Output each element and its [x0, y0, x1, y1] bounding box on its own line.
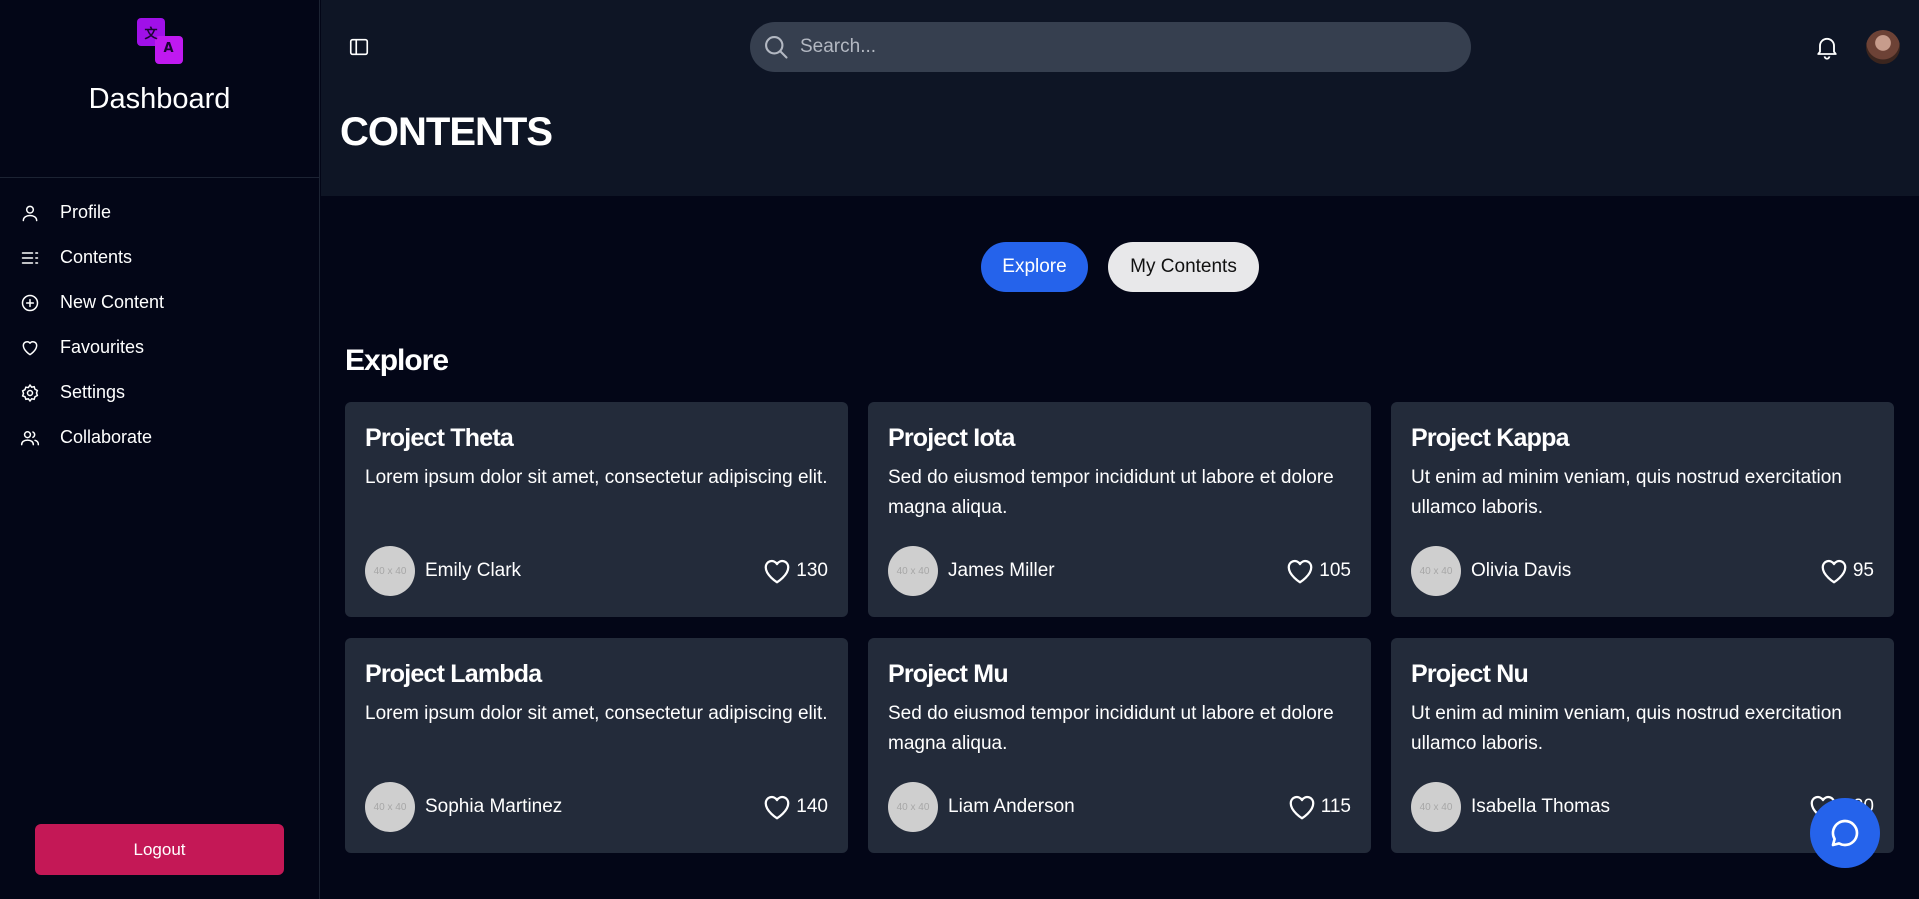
heart-icon — [764, 559, 790, 584]
like-button[interactable]: 95 — [1819, 557, 1874, 585]
author-avatar: 40 x 40 — [888, 782, 938, 832]
like-button[interactable]: 130 — [762, 557, 828, 585]
author-name: Liam Anderson — [948, 796, 1075, 817]
card-title: Project Nu — [1411, 660, 1529, 688]
project-card[interactable]: Project Mu Sed do eiusmod tempor incidid… — [868, 638, 1371, 853]
author-name: Sophia Martinez — [425, 796, 563, 817]
heart-icon — [1287, 559, 1313, 584]
card-footer: 40 x 40 Isabella Thomas 120 — [1411, 782, 1874, 832]
chat-bubble-icon — [1831, 819, 1859, 847]
author-avatar: 40 x 40 — [888, 546, 938, 596]
search-bar[interactable] — [750, 22, 1471, 72]
author-avatar: 40 x 40 — [365, 546, 415, 596]
gear-icon — [20, 383, 40, 403]
sidebar-item-new-content[interactable]: New Content — [0, 280, 319, 325]
card-footer: 40 x 40 Emily Clark 130 — [365, 546, 828, 596]
sidebar-item-favourites[interactable]: Favourites — [0, 325, 319, 370]
card-description: Sed do eiusmod tempor incididunt ut labo… — [888, 703, 1334, 754]
search-icon — [762, 33, 790, 61]
author-name: James Miller — [948, 560, 1055, 581]
project-card[interactable]: Project Lambda Lorem ipsum dolor sit ame… — [345, 638, 848, 853]
sidebar-item-contents[interactable]: Contents — [0, 235, 319, 280]
users-icon — [20, 428, 40, 448]
card-footer: 40 x 40 James Miller 105 — [888, 546, 1351, 596]
card-title: Project Lambda — [365, 660, 542, 688]
project-card[interactable]: Project Theta Lorem ipsum dolor sit amet… — [345, 402, 848, 617]
card-title: Project Iota — [888, 424, 1015, 452]
sidebar-item-label: Profile — [60, 202, 112, 222]
search-input[interactable] — [800, 36, 1440, 58]
like-count: 130 — [796, 560, 828, 581]
card-description: Ut enim ad minim veniam, quis nostrud ex… — [1411, 703, 1842, 754]
heart-icon — [764, 795, 790, 820]
page-title: CONTENTS — [340, 110, 553, 154]
top-header: CONTENTS — [321, 0, 1919, 196]
sidebar-nav: Profile Contents New Content Favourites … — [0, 190, 319, 460]
like-count: 95 — [1852, 560, 1874, 581]
like-button[interactable]: 115 — [1287, 793, 1351, 821]
author-name: Olivia Davis — [1471, 560, 1572, 581]
plus-circle-icon — [20, 293, 40, 313]
like-button[interactable]: 105 — [1285, 557, 1351, 585]
sidebar-item-collaborate[interactable]: Collaborate — [0, 415, 319, 460]
tab-my-contents[interactable]: My Contents — [1108, 242, 1259, 292]
sidebar-item-label: Settings — [60, 382, 126, 402]
author-avatar: 40 x 40 — [1411, 546, 1461, 596]
like-count: 105 — [1319, 560, 1351, 581]
author-avatar: 40 x 40 — [1411, 782, 1461, 832]
chat-button[interactable] — [1810, 798, 1880, 868]
sidebar-item-label: Collaborate — [60, 427, 153, 447]
like-count: 140 — [796, 796, 828, 817]
card-footer: 40 x 40 Liam Anderson 115 — [888, 782, 1351, 832]
sidebar-item-profile[interactable]: Profile — [0, 190, 319, 235]
sidebar-item-label: Contents — [60, 247, 133, 267]
brand: 文 A Dashboard — [0, 0, 319, 178]
project-grid: Project Theta Lorem ipsum dolor sit amet… — [345, 402, 1895, 853]
like-button[interactable]: 140 — [762, 793, 828, 821]
heart-icon — [1289, 795, 1315, 820]
author-avatar: 40 x 40 — [365, 782, 415, 832]
card-footer: 40 x 40 Sophia Martinez 140 — [365, 782, 828, 832]
content-tabs: Explore My Contents — [981, 242, 1259, 292]
brand-title: Dashboard — [88, 83, 231, 115]
project-card[interactable]: Project Iota Sed do eiusmod tempor incid… — [868, 402, 1371, 617]
project-card[interactable]: Project Kappa Ut enim ad minim veniam, q… — [1391, 402, 1894, 617]
card-description: Sed do eiusmod tempor incididunt ut labo… — [888, 467, 1334, 518]
user-icon — [20, 203, 40, 223]
tab-explore[interactable]: Explore — [981, 242, 1088, 292]
card-description: Lorem ipsum dolor sit amet, consectetur … — [365, 467, 828, 488]
logout-button[interactable]: Logout — [35, 824, 284, 875]
card-description: Lorem ipsum dolor sit amet, consectetur … — [365, 703, 828, 724]
user-avatar[interactable] — [1866, 30, 1900, 64]
section-title: Explore — [345, 344, 449, 377]
author-name: Isabella Thomas — [1471, 796, 1611, 817]
sidebar-toggle-icon[interactable] — [348, 36, 370, 58]
list-icon — [20, 248, 40, 268]
sidebar-item-label: Favourites — [60, 337, 145, 357]
sidebar: 文 A Dashboard Profile Contents New Conte… — [0, 0, 320, 899]
sidebar-item-settings[interactable]: Settings — [0, 370, 319, 415]
translate-logo-icon[interactable]: 文 A — [136, 18, 183, 64]
sidebar-item-label: New Content — [60, 292, 165, 312]
card-title: Project Kappa — [1411, 424, 1570, 452]
card-footer: 40 x 40 Olivia Davis 95 — [1411, 546, 1874, 596]
card-description: Ut enim ad minim veniam, quis nostrud ex… — [1411, 467, 1842, 518]
author-name: Emily Clark — [425, 560, 522, 581]
card-title: Project Theta — [365, 424, 514, 452]
like-count: 115 — [1320, 796, 1351, 817]
card-title: Project Mu — [888, 660, 1009, 688]
heart-icon — [20, 338, 40, 358]
heart-icon — [1821, 559, 1847, 584]
bell-icon[interactable] — [1813, 33, 1841, 61]
